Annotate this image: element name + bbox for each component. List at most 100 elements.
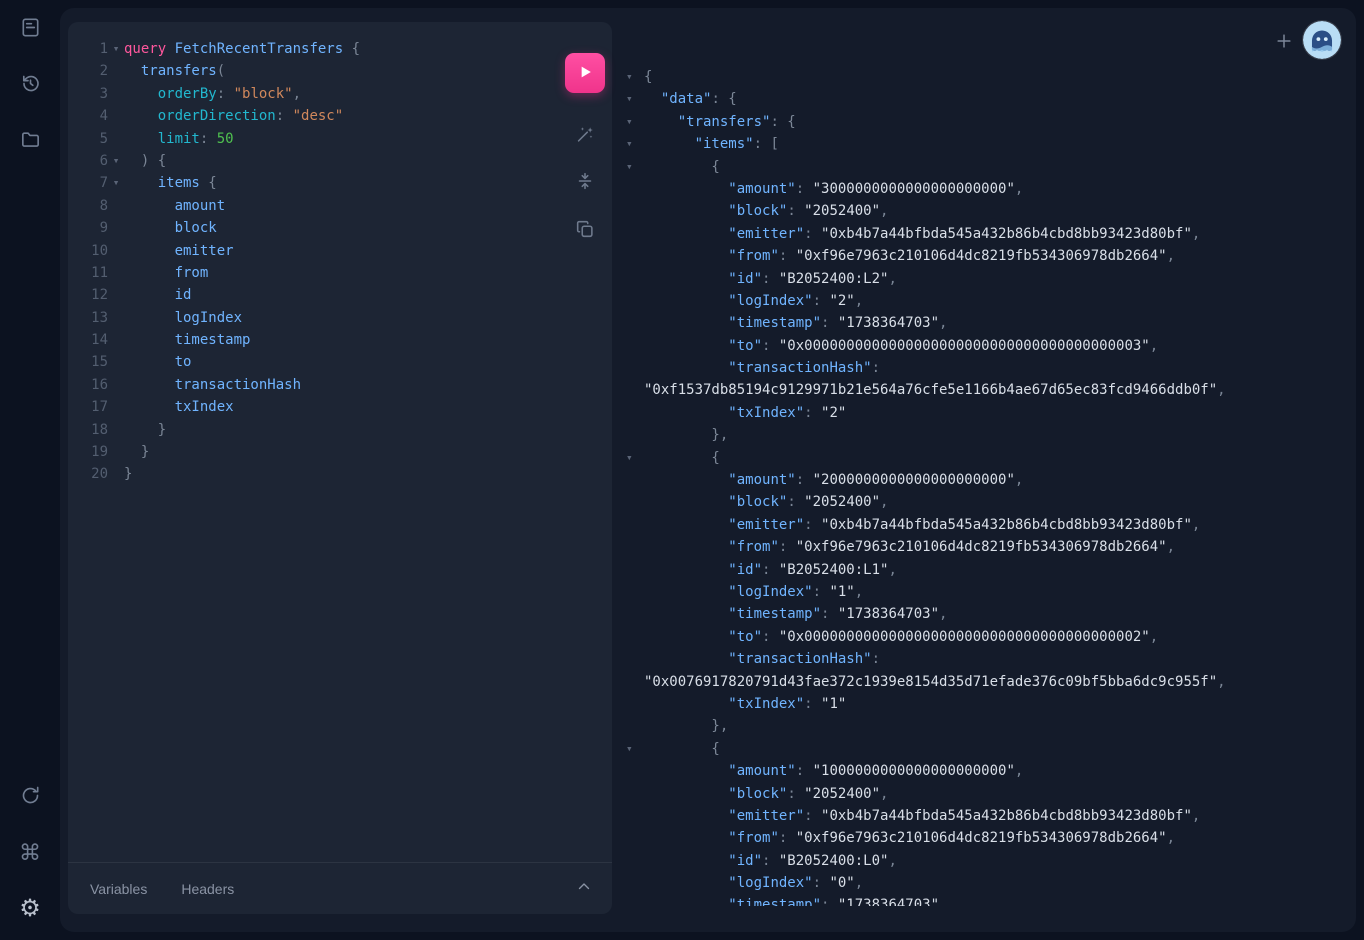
reload-icon bbox=[19, 784, 42, 810]
editor-line[interactable]: 15 to bbox=[68, 351, 612, 373]
editor-tools-footer: Variables Headers bbox=[68, 862, 612, 914]
editor-line[interactable]: 12 id bbox=[68, 284, 612, 306]
response-line: "id": "B2052400:L2", bbox=[620, 268, 1350, 290]
collections-button[interactable] bbox=[14, 125, 46, 157]
fold-spacer bbox=[620, 805, 644, 827]
code-text: "block": "2052400", bbox=[644, 200, 888, 222]
line-number: 7 bbox=[68, 172, 108, 194]
code-text: ) { bbox=[124, 150, 166, 172]
gear-icon: ⚙ bbox=[19, 897, 41, 921]
editor-line[interactable]: 17 txIndex bbox=[68, 396, 612, 418]
fold-spacer bbox=[108, 83, 124, 105]
line-number: 19 bbox=[68, 441, 108, 463]
fold-spacer bbox=[620, 290, 644, 312]
code-text: txIndex bbox=[124, 396, 234, 418]
editor-line[interactable]: 4 orderDirection: "desc" bbox=[68, 105, 612, 127]
editor-line[interactable]: 6▾ ) { bbox=[68, 150, 612, 172]
plus-icon bbox=[1274, 31, 1294, 54]
editor-line[interactable]: 7▾ items { bbox=[68, 172, 612, 194]
code-text: "to": "0x0000000000000000000000000000000… bbox=[644, 626, 1158, 648]
fold-spacer bbox=[620, 850, 644, 872]
fold-toggle-icon[interactable]: ▾ bbox=[108, 172, 124, 194]
tab-headers[interactable]: Headers bbox=[181, 881, 234, 897]
copy-icon bbox=[574, 218, 596, 243]
response-line: "txIndex": "1" bbox=[620, 693, 1350, 715]
sidebar: ⌘ ⚙ bbox=[0, 0, 60, 940]
editor-line[interactable]: 8 amount bbox=[68, 195, 612, 217]
editor-line[interactable]: 19 } bbox=[68, 441, 612, 463]
response-line: "amount": "2000000000000000000000", bbox=[620, 469, 1350, 491]
editor-line[interactable]: 11 from bbox=[68, 262, 612, 284]
fold-toggle-icon[interactable]: ▾ bbox=[620, 738, 644, 760]
line-number: 1 bbox=[68, 38, 108, 60]
editor-line[interactable]: 18 } bbox=[68, 419, 612, 441]
response-line: ▾ { bbox=[620, 447, 1350, 469]
code-text: orderBy: "block", bbox=[124, 83, 301, 105]
editor-line[interactable]: 1▾query FetchRecentTransfers { bbox=[68, 38, 612, 60]
fold-toggle-icon[interactable]: ▾ bbox=[620, 133, 644, 155]
response-line: "0xf1537db85194c9129971b21e564a76cfe5e11… bbox=[620, 379, 1350, 401]
code-text: "transactionHash": bbox=[644, 648, 880, 670]
fold-spacer bbox=[620, 268, 644, 290]
editor-line[interactable]: 9 block bbox=[68, 217, 612, 239]
fold-toggle-icon[interactable]: ▾ bbox=[620, 88, 644, 110]
sidebar-top-group bbox=[14, 13, 46, 157]
add-tab-button[interactable] bbox=[1270, 28, 1298, 56]
code-text: limit: 50 bbox=[124, 128, 234, 150]
fold-spacer bbox=[620, 491, 644, 513]
fold-toggle-icon[interactable]: ▾ bbox=[620, 156, 644, 178]
response-line: "from": "0xf96e7963c210106d4dc8219fb5343… bbox=[620, 827, 1350, 849]
merge-fragments-button[interactable] bbox=[571, 168, 599, 196]
settings-button[interactable]: ⚙ bbox=[14, 893, 46, 925]
history-button[interactable] bbox=[14, 69, 46, 101]
response-line: "emitter": "0xb4b7a44bfbda545a432b86b4cb… bbox=[620, 805, 1350, 827]
editor-line[interactable]: 13 logIndex bbox=[68, 307, 612, 329]
fold-spacer bbox=[108, 195, 124, 217]
code-text: "amount": "3000000000000000000000", bbox=[644, 178, 1023, 200]
fold-spacer bbox=[620, 559, 644, 581]
chevron-up-icon bbox=[575, 878, 593, 899]
fold-spacer bbox=[620, 223, 644, 245]
fold-toggle-icon[interactable]: ▾ bbox=[620, 66, 644, 88]
line-number: 6 bbox=[68, 150, 108, 172]
fold-toggle-icon[interactable]: ▾ bbox=[108, 150, 124, 172]
folder-icon bbox=[19, 128, 42, 154]
query-editor-panel: 1▾query FetchRecentTransfers {2 transfer… bbox=[68, 22, 612, 914]
code-text: "items": [ bbox=[644, 133, 779, 155]
editor-line[interactable]: 16 transactionHash bbox=[68, 374, 612, 396]
query-editor-code[interactable]: 1▾query FetchRecentTransfers {2 transfer… bbox=[68, 38, 612, 862]
docs-button[interactable] bbox=[14, 13, 46, 45]
response-line: "id": "B2052400:L1", bbox=[620, 559, 1350, 581]
command-icon: ⌘ bbox=[19, 842, 41, 864]
history-icon bbox=[19, 72, 42, 98]
code-text: "amount": "1000000000000000000000", bbox=[644, 760, 1023, 782]
collapse-tools-button[interactable] bbox=[572, 877, 596, 901]
fold-toggle-icon[interactable]: ▾ bbox=[620, 447, 644, 469]
editor-line[interactable]: 10 emitter bbox=[68, 240, 612, 262]
code-text: "emitter": "0xb4b7a44bfbda545a432b86b4cb… bbox=[644, 223, 1200, 245]
refetch-schema-button[interactable] bbox=[14, 781, 46, 813]
merge-icon bbox=[574, 170, 596, 195]
fold-spacer bbox=[620, 693, 644, 715]
code-text: "from": "0xf96e7963c210106d4dc8219fb5343… bbox=[644, 536, 1175, 558]
prettify-button[interactable] bbox=[571, 121, 599, 149]
shortcuts-button[interactable]: ⌘ bbox=[14, 837, 46, 869]
response-line: "logIndex": "2", bbox=[620, 290, 1350, 312]
editor-line[interactable]: 3 orderBy: "block", bbox=[68, 83, 612, 105]
code-text: "transfers": { bbox=[644, 111, 796, 133]
response-line: "amount": "3000000000000000000000", bbox=[620, 178, 1350, 200]
editor-line[interactable]: 5 limit: 50 bbox=[68, 128, 612, 150]
line-number: 5 bbox=[68, 128, 108, 150]
tab-variables[interactable]: Variables bbox=[90, 881, 147, 897]
fold-spacer bbox=[620, 245, 644, 267]
editor-line[interactable]: 20} bbox=[68, 463, 612, 485]
fold-toggle-icon[interactable]: ▾ bbox=[620, 111, 644, 133]
execute-query-button[interactable] bbox=[565, 53, 605, 93]
line-number: 15 bbox=[68, 351, 108, 373]
fold-spacer bbox=[108, 60, 124, 82]
fold-toggle-icon[interactable]: ▾ bbox=[108, 38, 124, 60]
code-text: } bbox=[124, 463, 132, 485]
editor-line[interactable]: 2 transfers( bbox=[68, 60, 612, 82]
editor-line[interactable]: 14 timestamp bbox=[68, 329, 612, 351]
copy-query-button[interactable] bbox=[571, 216, 599, 244]
